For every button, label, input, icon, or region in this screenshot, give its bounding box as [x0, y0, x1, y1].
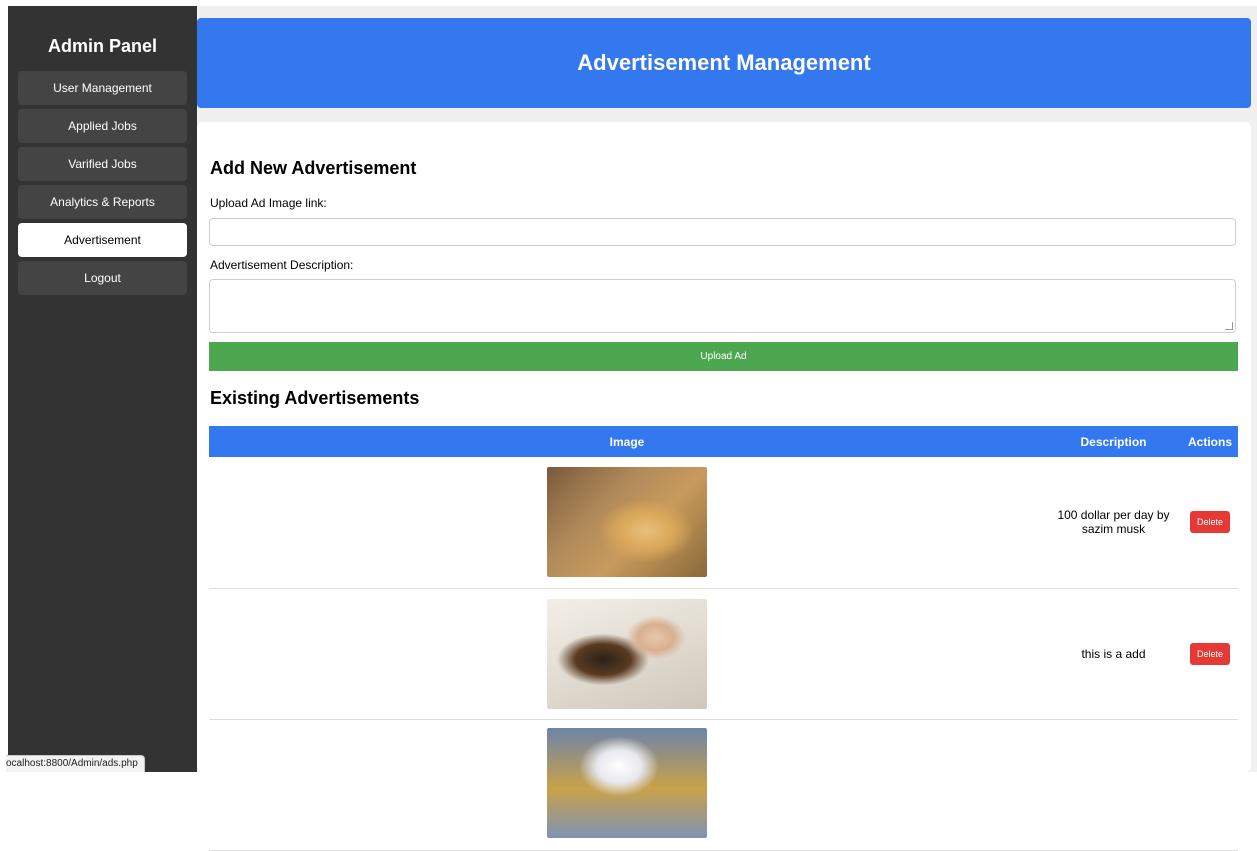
- ad-image-dalmatian: [547, 727, 707, 838]
- column-header-actions: Actions: [1187, 434, 1232, 449]
- ad-image-child-and-dog: [547, 598, 707, 709]
- table-row: this is a add Delete: [209, 588, 1238, 720]
- table-row: 100 dollar per day by sazim musk Delete: [209, 457, 1238, 589]
- main-area: Advertisement Management Add New Adverti…: [197, 6, 1257, 851]
- actions-cell: Delete: [1182, 588, 1238, 720]
- delete-button[interactable]: Delete: [1189, 511, 1230, 534]
- actions-cell: [1182, 719, 1238, 851]
- column-header-image: Image: [609, 434, 645, 449]
- description-cell: 100 dollar per day by sazim musk: [1045, 457, 1182, 589]
- delete-button[interactable]: Delete: [1189, 642, 1230, 665]
- sidebar: Admin Panel User Management Applied Jobs…: [8, 6, 197, 772]
- actions-cell: Delete: [1182, 457, 1238, 589]
- sidebar-item-logout[interactable]: Logout: [18, 261, 187, 295]
- content-panel: Add New Advertisement Upload Ad Image li…: [197, 122, 1251, 851]
- image-cell: [209, 457, 1045, 589]
- ad-image-golden-retriever: [547, 467, 707, 578]
- image-link-input[interactable]: [209, 218, 1236, 246]
- sidebar-item-advertisement[interactable]: Advertisement: [18, 223, 187, 257]
- upload-ad-button[interactable]: Upload Ad: [209, 342, 1238, 371]
- sidebar-title: Admin Panel: [47, 36, 158, 56]
- sidebar-item-analytics-reports[interactable]: Analytics & Reports: [18, 185, 187, 219]
- existing-ads-section-title: Existing Advertisements: [210, 388, 420, 408]
- column-header-description: Description: [1080, 434, 1147, 449]
- resize-grip-icon[interactable]: [1225, 322, 1233, 330]
- ads-table: Image Description Actions 100 dollar per…: [209, 426, 1238, 851]
- description-label: Advertisement Description:: [210, 258, 354, 272]
- status-bar-url: ocalhost:8800/Admin/ads.php: [6, 755, 145, 772]
- description-textarea[interactable]: [209, 279, 1236, 333]
- table-row: [209, 719, 1238, 851]
- sidebar-item-user-management[interactable]: User Management: [18, 71, 187, 105]
- image-cell: [209, 719, 1045, 851]
- image-link-label: Upload Ad Image link:: [210, 196, 327, 210]
- description-cell: [1045, 719, 1182, 851]
- description-cell: this is a add: [1045, 588, 1182, 720]
- sidebar-item-applied-jobs[interactable]: Applied Jobs: [18, 109, 187, 143]
- image-cell: [209, 588, 1045, 720]
- sidebar-item-varified-jobs[interactable]: Varified Jobs: [18, 147, 187, 181]
- page-header: Advertisement Management: [197, 18, 1251, 108]
- table-header-row: Image Description Actions: [209, 426, 1238, 457]
- add-ad-section-title: Add New Advertisement: [210, 158, 417, 178]
